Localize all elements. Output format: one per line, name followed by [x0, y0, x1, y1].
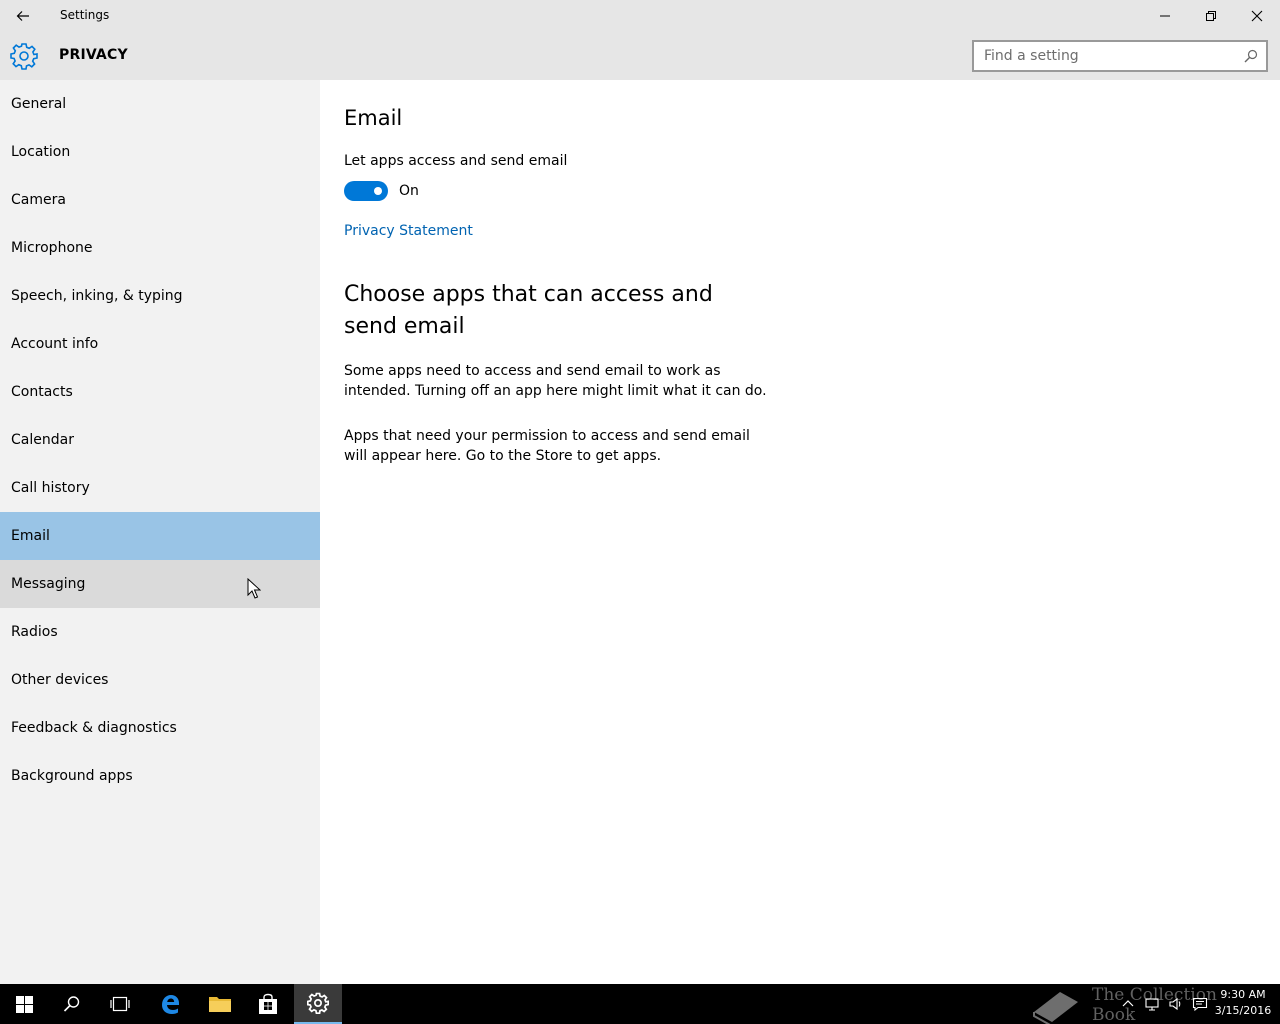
- edge-browser-icon: [162, 995, 179, 1014]
- sidebar-item-account-info[interactable]: Account info: [0, 320, 320, 368]
- search-box[interactable]: [972, 40, 1268, 72]
- toggle-knob: [374, 187, 382, 195]
- email-access-toggle[interactable]: [344, 181, 388, 201]
- volume-icon[interactable]: [1168, 996, 1184, 1012]
- taskbar-settings-button[interactable]: [294, 984, 342, 1024]
- sidebar-item-camera[interactable]: Camera: [0, 176, 320, 224]
- clock-time: 9:30 AM: [1220, 988, 1266, 1001]
- search-input[interactable]: [974, 42, 1224, 70]
- sidebar: General Location Camera Microphone Speec…: [0, 80, 320, 984]
- task-view-icon: [110, 996, 130, 1012]
- taskbar-clock[interactable]: 9:30 AM 3/15/2016: [1214, 987, 1272, 1019]
- back-arrow-icon: [16, 11, 29, 21]
- sidebar-item-call-history[interactable]: Call history: [0, 464, 320, 512]
- section-title: Email: [344, 106, 403, 130]
- gear-icon: [10, 43, 38, 70]
- sidebar-item-messaging[interactable]: Messaging: [0, 560, 320, 608]
- minimize-icon: [1160, 15, 1170, 17]
- clock-date: 3/15/2016: [1214, 1004, 1272, 1017]
- toggle-description: Let apps access and send email: [344, 153, 568, 169]
- start-button[interactable]: [0, 984, 48, 1024]
- restore-button[interactable]: [1188, 0, 1234, 32]
- choose-apps-heading: Choose apps that can access and send ema…: [344, 282, 713, 339]
- settings-header: PRIVACY: [0, 32, 1280, 80]
- privacy-statement-link[interactable]: Privacy Statement: [344, 223, 473, 239]
- close-icon: [1251, 10, 1263, 22]
- search-icon[interactable]: [1244, 49, 1258, 63]
- close-button[interactable]: [1234, 0, 1280, 32]
- chevron-up-icon[interactable]: [1120, 996, 1136, 1012]
- restore-icon: [1206, 11, 1216, 21]
- minimize-button[interactable]: [1142, 0, 1188, 32]
- sidebar-item-email[interactable]: Email: [0, 512, 320, 560]
- book-icon: [1033, 992, 1078, 1024]
- sidebar-item-calendar[interactable]: Calendar: [0, 416, 320, 464]
- sidebar-item-general[interactable]: General: [0, 80, 320, 128]
- search-icon: [63, 996, 80, 1012]
- taskbar-edge-button[interactable]: [146, 984, 194, 1024]
- gear-icon: [307, 992, 329, 1014]
- task-view-button[interactable]: [96, 984, 144, 1024]
- apps-empty-message: Apps that need your permission to access…: [344, 428, 750, 464]
- action-center-icon[interactable]: [1192, 996, 1208, 1012]
- toggle-state-label: On: [399, 183, 419, 199]
- store-bag-icon: [259, 993, 277, 1014]
- sidebar-item-contacts[interactable]: Contacts: [0, 368, 320, 416]
- taskbar-file-explorer-button[interactable]: [196, 984, 244, 1024]
- mouse-cursor-icon: [247, 578, 261, 599]
- taskbar-store-button[interactable]: [244, 984, 292, 1024]
- taskbar: The Collection Book 9:30 AM 3/15/2016: [0, 984, 1280, 1024]
- sidebar-item-speech[interactable]: Speech, inking, & typing: [0, 272, 320, 320]
- sidebar-item-background-apps[interactable]: Background apps: [0, 752, 320, 800]
- back-button[interactable]: [0, 0, 46, 32]
- network-icon[interactable]: [1144, 996, 1160, 1012]
- sidebar-item-other-devices[interactable]: Other devices: [0, 656, 320, 704]
- taskbar-search-button[interactable]: [48, 984, 96, 1024]
- sidebar-item-feedback[interactable]: Feedback & diagnostics: [0, 704, 320, 752]
- sidebar-item-microphone[interactable]: Microphone: [0, 224, 320, 272]
- window-title: Settings: [60, 8, 110, 22]
- apps-description: Some apps need to access and send email …: [344, 363, 767, 399]
- page-title: PRIVACY: [59, 47, 128, 63]
- windows-logo-icon: [15, 995, 33, 1013]
- sidebar-item-radios[interactable]: Radios: [0, 608, 320, 656]
- folder-icon: [209, 997, 231, 1012]
- title-bar: Settings: [0, 0, 1280, 32]
- sidebar-item-location[interactable]: Location: [0, 128, 320, 176]
